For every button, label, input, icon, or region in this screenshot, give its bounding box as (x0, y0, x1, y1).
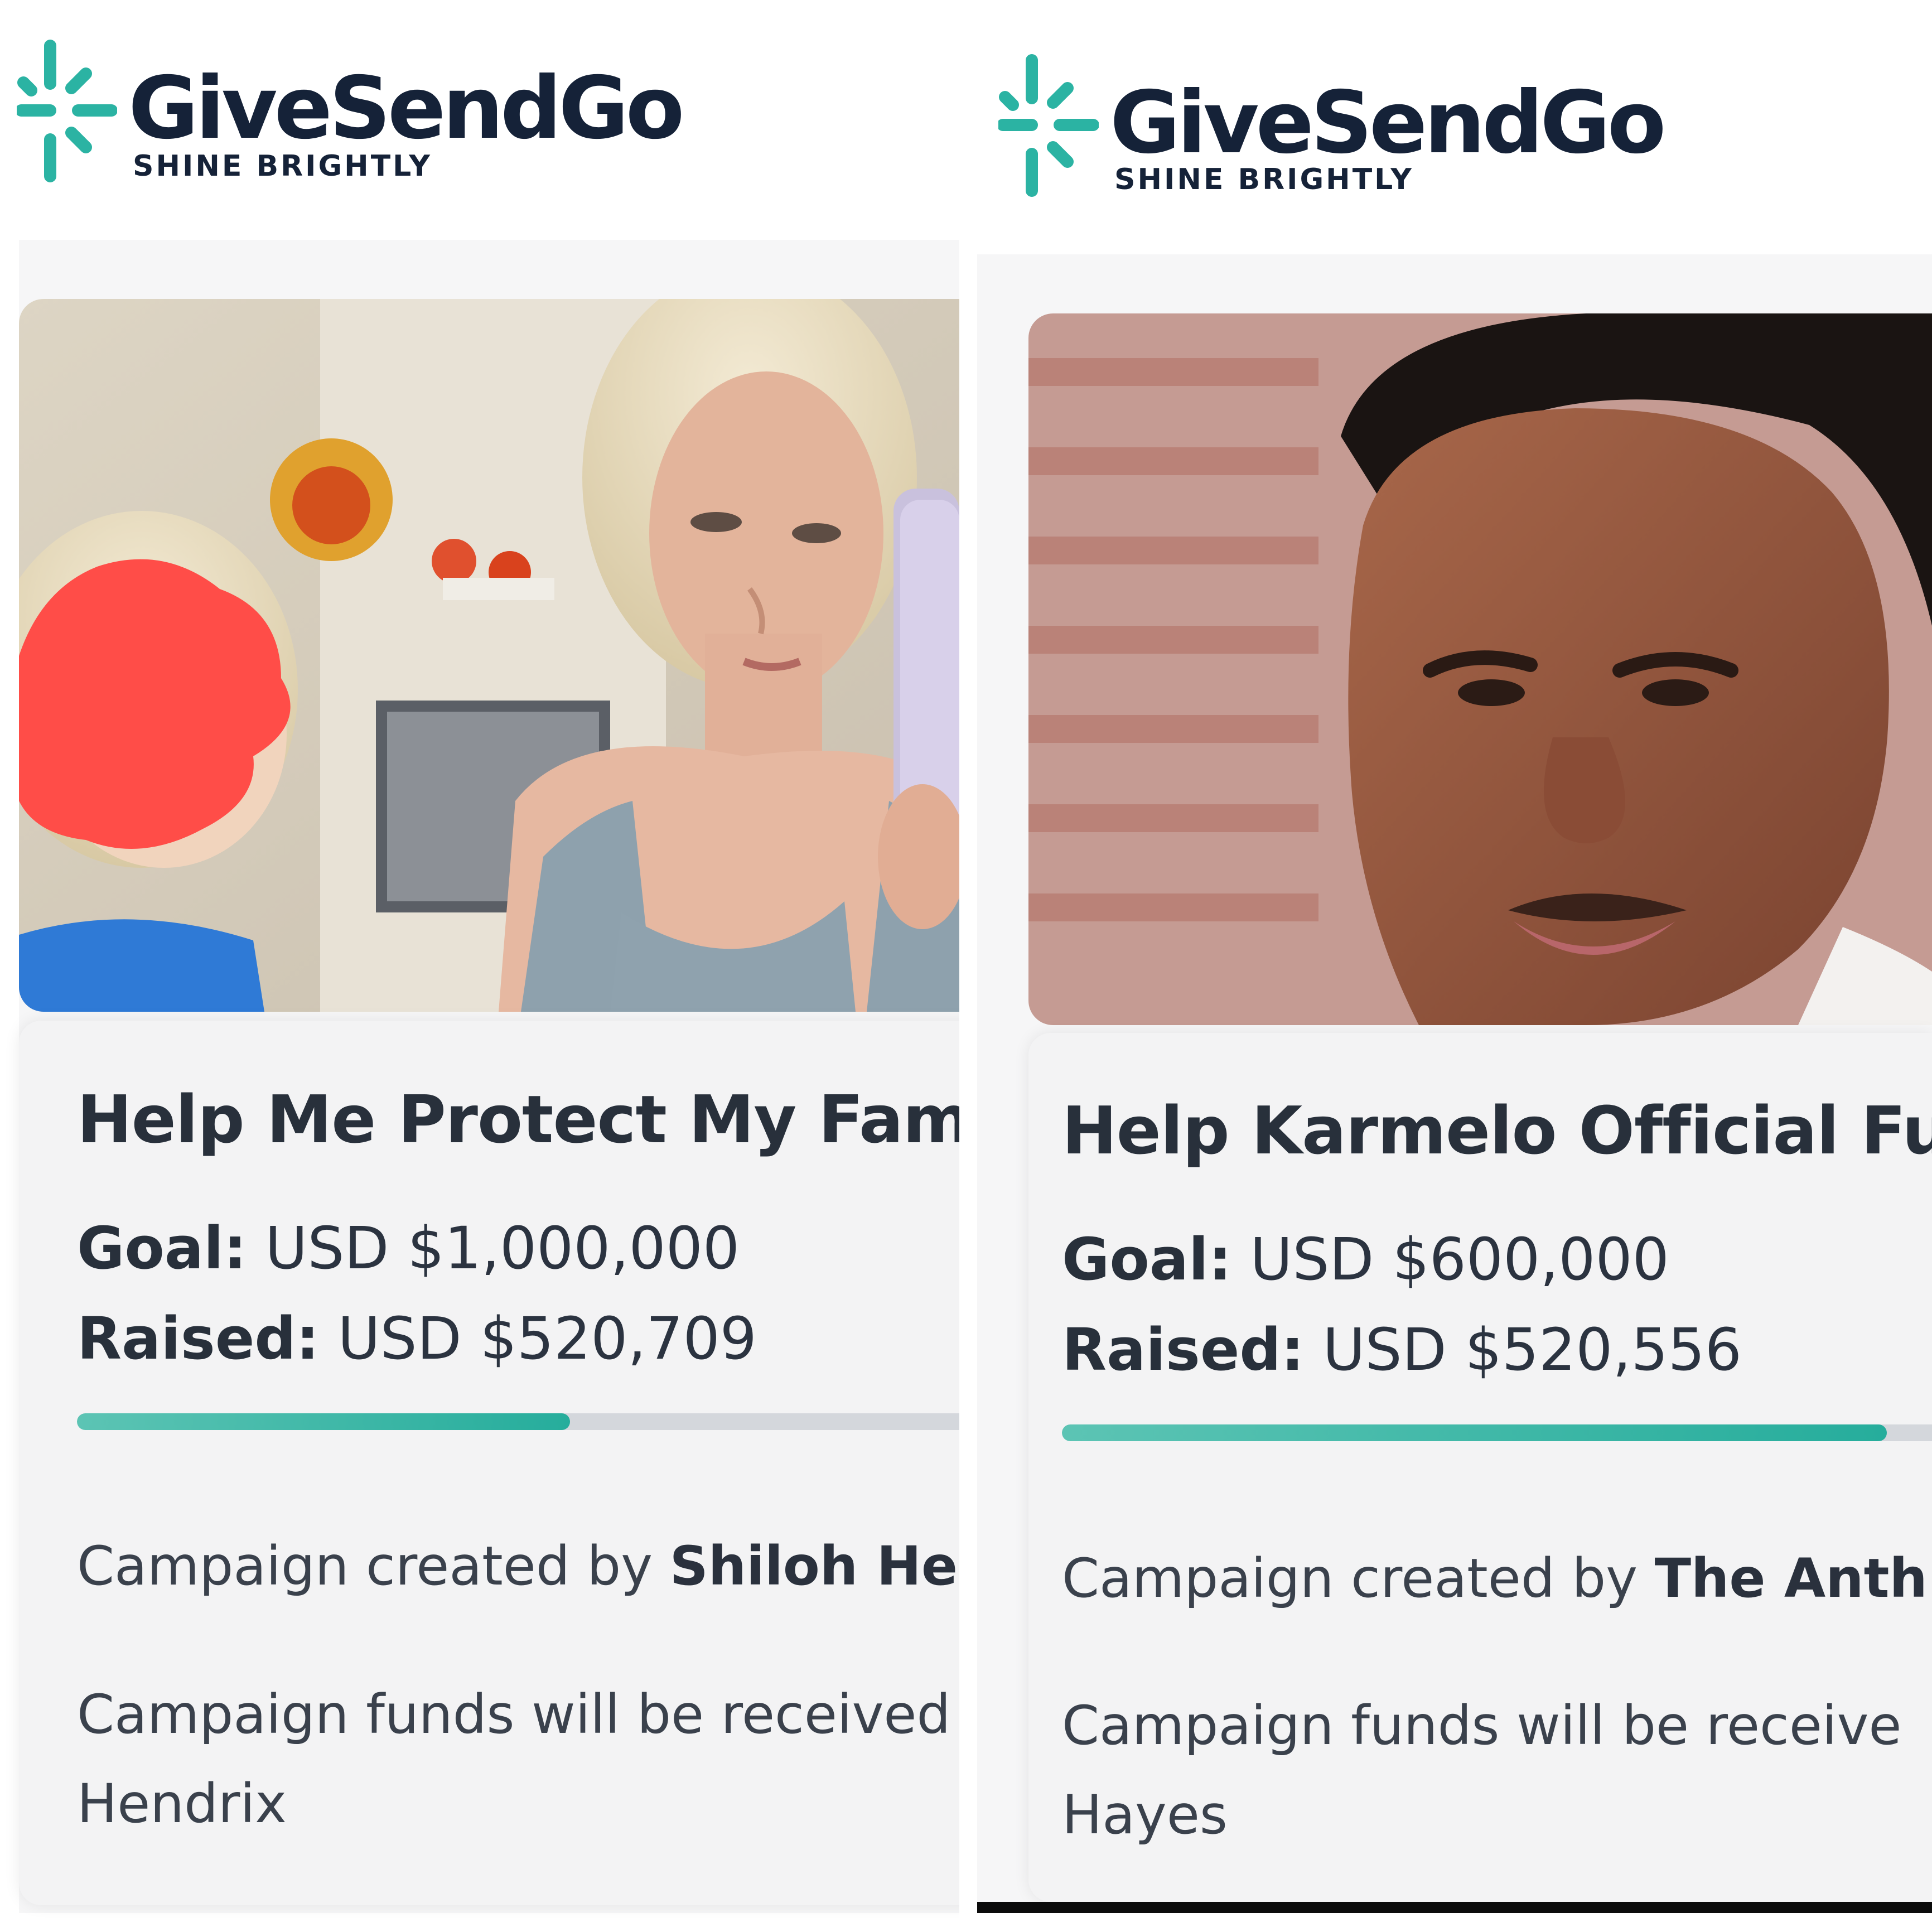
campaign-info: Help Me Protect My Famil Goal: USD $1,00… (19, 1021, 959, 1905)
campaign-photo[interactable] (19, 299, 959, 1012)
brand-tagline: SHINE BRIGHTLY (1114, 163, 1414, 196)
bottom-divider (977, 1902, 1932, 1913)
brand-name: GiveSendGo (128, 59, 684, 158)
sparkle-logo-icon (17, 40, 117, 182)
brand-name: GiveSendGo (1110, 73, 1666, 173)
goal-value: USD $1,000,000 (265, 1214, 740, 1282)
progress-bar (77, 1413, 959, 1430)
raised-line: Raised: USD $520,709 (77, 1310, 757, 1368)
funds-recipient-line-2: Hayes (1062, 1784, 1228, 1846)
goal-value: USD $600,000 (1250, 1225, 1669, 1293)
creator-name-link[interactable]: Shiloh Hen (670, 1535, 959, 1597)
raised-label: Raised: (1062, 1316, 1305, 1384)
raised-value: USD $520,556 (1322, 1316, 1742, 1384)
funds-recipient-line-1: Campaign funds will be received (77, 1683, 951, 1746)
created-by-line: Campaign created by Shiloh Hen (77, 1539, 959, 1593)
campaign-photo[interactable] (1028, 313, 1932, 1025)
progress-fill (77, 1413, 570, 1430)
raised-label: Raised: (77, 1305, 320, 1373)
raised-line: Raised: USD $520,556 (1062, 1321, 1742, 1379)
campaign-screenshot-left: GiveSendGo SHINE BRIGHTLY Help Me Protec… (0, 0, 959, 1932)
progress-bar (1062, 1424, 1932, 1441)
goal-line: Goal: USD $600,000 (1062, 1230, 1669, 1288)
funds-recipient-line-1: Campaign funds will be receive (1062, 1694, 1902, 1757)
funds-recipient-line-2: Hendrix (77, 1772, 287, 1835)
campaign-title[interactable]: Help Karmelo Official Fu (1062, 1098, 1932, 1163)
campaign-title[interactable]: Help Me Protect My Famil (77, 1086, 959, 1152)
raised-value: USD $520,709 (337, 1305, 757, 1373)
brand-logo[interactable]: GiveSendGo SHINE BRIGHTLY (998, 54, 1668, 199)
created-by-prefix: Campaign created by (77, 1535, 653, 1597)
goal-label: Goal: (77, 1214, 247, 1282)
campaign-info: Help Karmelo Official Fu Goal: USD $600,… (1028, 1033, 1932, 1902)
brand-tagline: SHINE BRIGHTLY (133, 149, 432, 183)
brand-logo[interactable]: GiveSendGo SHINE BRIGHTLY (17, 39, 686, 184)
campaign-screenshot-right: GiveSendGo SHINE BRIGHTLY Help Karmelo O… (977, 0, 1932, 1932)
creator-name-link[interactable]: The Anth (1655, 1547, 1928, 1610)
sparkle-logo-icon (998, 54, 1099, 197)
created-by-prefix: Campaign created by (1062, 1547, 1638, 1610)
created-by-line: Campaign created by The Anth (1062, 1552, 1928, 1605)
goal-label: Goal: (1062, 1225, 1232, 1293)
progress-fill (1062, 1424, 1887, 1441)
goal-line: Goal: USD $1,000,000 (77, 1219, 740, 1277)
